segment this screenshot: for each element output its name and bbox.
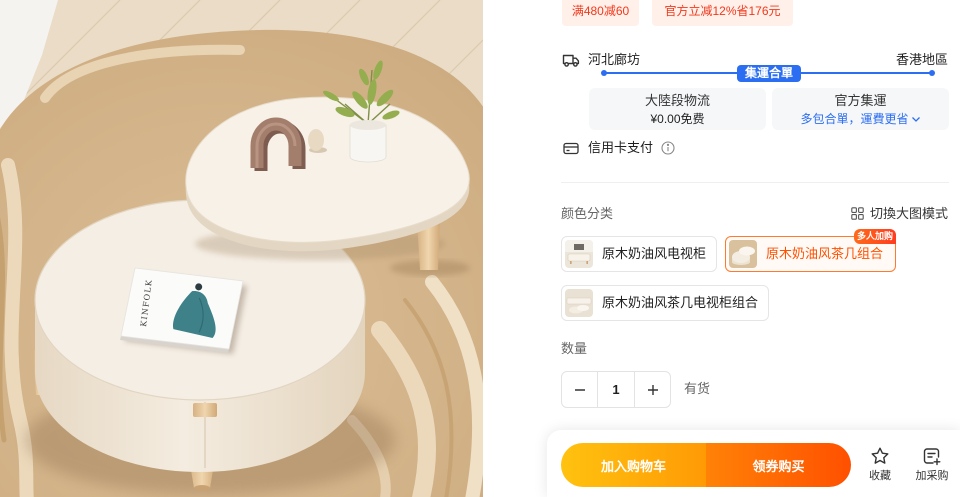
- star-icon: [871, 447, 889, 464]
- sku-option[interactable]: 原木奶油风电视柜: [561, 236, 717, 272]
- quantity-label: 数量: [561, 341, 588, 356]
- sku-option-label: 原木奶油风茶几电视柜组合: [602, 295, 759, 310]
- mainland-shipping-box: 大陸段物流 ¥0.00免费: [589, 88, 766, 130]
- add-to-purchase-label: 加采购: [915, 470, 949, 482]
- decrease-button[interactable]: [562, 372, 597, 407]
- chevron-down-icon: [911, 117, 920, 122]
- grid-icon[interactable]: [851, 207, 864, 220]
- consolidation-badge: 集運合單: [737, 65, 801, 82]
- segment-title: 大陸段物流: [644, 93, 710, 108]
- purchase-button-group: 加入购物车 领券购买: [561, 443, 851, 487]
- add-to-purchase-button[interactable]: 加采购: [910, 446, 954, 490]
- stock-status: 有货: [684, 381, 711, 396]
- coupon-tag[interactable]: 官方立减12%省176元: [652, 0, 793, 26]
- consolidation-link[interactable]: 多包合單，運費更省: [772, 111, 949, 127]
- consolidation-link-label: 多包合單，運費更省: [800, 112, 909, 126]
- segment-title: 官方集運: [834, 93, 887, 108]
- add-to-cart-button[interactable]: 加入购物车: [561, 443, 706, 487]
- small-table: [185, 96, 470, 276]
- truck-icon: [562, 54, 580, 67]
- segment-detail: ¥0.00免费: [589, 111, 766, 127]
- sku-option[interactable]: 原木奶油风茶几电视柜组合: [561, 285, 769, 321]
- sku-option-label: 原木奶油风电视柜: [602, 246, 707, 261]
- egg-ornament: [308, 129, 324, 151]
- product-image[interactable]: KINFOLK: [0, 0, 483, 497]
- magazine: KINFOLK: [120, 267, 247, 354]
- quantity-stepper: 1: [561, 371, 671, 408]
- buy-with-coupon-button[interactable]: 领券购买: [706, 443, 851, 487]
- add-purchase-icon: [923, 448, 941, 466]
- popular-badge: 多人加购: [854, 229, 896, 244]
- quantity-input[interactable]: 1: [597, 372, 635, 407]
- minus-icon: [574, 388, 585, 391]
- favorite-button[interactable]: 收藏: [858, 446, 902, 490]
- section-divider: [561, 182, 949, 183]
- product-detail-page: KINFOLK 满480减60 官方立减12%省176元 河北廊坊 香港地區 集…: [0, 0, 960, 497]
- route-end-dot: [929, 70, 935, 76]
- shipping-origin: 河北廊坊: [588, 52, 641, 67]
- coupon-tag[interactable]: 满480减60: [562, 0, 639, 26]
- shipping-fee: ¥0.00免费: [650, 112, 705, 126]
- favorite-label: 收藏: [869, 470, 891, 482]
- sku-option-label: 原木奶油风茶几组合: [766, 246, 884, 261]
- payment-method: 信用卡支付: [588, 140, 654, 155]
- plus-icon: [647, 384, 658, 395]
- large-image-mode-toggle[interactable]: 切換大图模式: [870, 205, 948, 223]
- increase-button[interactable]: [635, 372, 670, 407]
- sku-thumbnail: [729, 240, 757, 268]
- consolidation-box[interactable]: 官方集運 多包合單，運費更省: [772, 88, 949, 130]
- route-start-dot: [601, 70, 607, 76]
- credit-card-icon: [563, 142, 579, 155]
- sku-label: 颜色分类: [561, 206, 614, 221]
- info-icon[interactable]: [661, 141, 675, 155]
- shipping-destination: 香港地區: [895, 52, 948, 67]
- sku-thumbnail: [565, 240, 593, 268]
- sku-thumbnail: [565, 289, 593, 317]
